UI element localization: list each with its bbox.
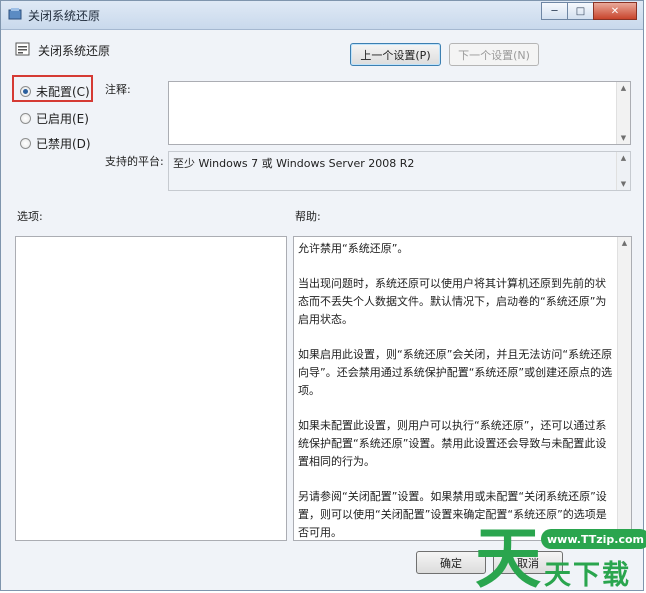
comment-scrollbar[interactable]: ▲ ▼ bbox=[616, 82, 630, 144]
scroll-up-icon[interactable]: ▲ bbox=[617, 84, 630, 92]
close-icon: ✕ bbox=[610, 5, 620, 17]
next-setting-button[interactable]: 下一个设置(N) bbox=[449, 43, 539, 66]
help-paragraph: 当出现问题时，系统还原可以使用户将其计算机还原到先前的状态而不丢失个人数据文件。… bbox=[298, 277, 607, 326]
policy-name: 关闭系统还原 bbox=[38, 44, 111, 58]
policy-app-icon bbox=[8, 8, 22, 20]
scroll-up-icon[interactable]: ▲ bbox=[617, 154, 630, 162]
maximize-icon: □ bbox=[575, 5, 586, 17]
watermark-url: www.TTzip.com bbox=[541, 529, 646, 549]
platform-field: 至少 Windows 7 或 Windows Server 2008 R2 ▲ … bbox=[168, 151, 631, 191]
platform-scrollbar[interactable]: ▲ ▼ bbox=[616, 152, 630, 190]
radio-disabled[interactable]: 已禁用(D) bbox=[20, 135, 91, 152]
help-paragraph: 如果未配置此设置，则用户可以执行“系统还原”，还可以通过系统保护配置“系统还原”… bbox=[298, 419, 607, 468]
watermark-text: 天下载 bbox=[544, 560, 631, 591]
radio-disabled-dot[interactable] bbox=[20, 138, 31, 149]
close-button[interactable]: ✕ bbox=[593, 2, 637, 20]
radio-not-configured-dot[interactable] bbox=[20, 86, 31, 97]
window-title: 关闭系统还原 bbox=[28, 9, 101, 23]
radio-enabled[interactable]: 已启用(E) bbox=[20, 110, 89, 127]
ok-button[interactable]: 确定 bbox=[416, 551, 486, 574]
scroll-up-icon[interactable]: ▲ bbox=[618, 239, 631, 247]
scroll-down-icon[interactable]: ▼ bbox=[617, 180, 630, 188]
policy-setting-icon bbox=[15, 42, 30, 56]
radio-not-configured-label: 未配置(C) bbox=[36, 85, 90, 99]
comment-label: 注释: bbox=[105, 83, 131, 96]
help-paragraph: 允许禁用“系统还原”。 bbox=[298, 242, 409, 255]
platform-label: 支持的平台: bbox=[105, 155, 164, 168]
scroll-down-icon[interactable]: ▼ bbox=[617, 134, 630, 142]
options-panel bbox=[15, 236, 287, 541]
policy-dialog-window: 关闭系统还原 ─ □ ✕ 关闭系统还原 上一个设置(P) 下一个设置(N) 未配… bbox=[0, 0, 646, 591]
radio-not-configured[interactable]: 未配置(C) bbox=[20, 83, 90, 100]
previous-setting-button[interactable]: 上一个设置(P) bbox=[350, 43, 441, 66]
help-panel: 允许禁用“系统还原”。 当出现问题时，系统还原可以使用户将其计算机还原到先前的状… bbox=[293, 236, 632, 541]
help-paragraph: 如果启用此设置，则“系统还原”会关闭，并且无法访问“系统还原向导”。还会禁用通过… bbox=[298, 348, 613, 397]
options-section-label: 选项: bbox=[17, 210, 43, 223]
comment-input[interactable]: ▲ ▼ bbox=[168, 81, 631, 145]
help-text: 允许禁用“系统还原”。 当出现问题时，系统还原可以使用户将其计算机还原到先前的状… bbox=[298, 240, 616, 559]
radio-enabled-dot[interactable] bbox=[20, 113, 31, 124]
radio-enabled-label: 已启用(E) bbox=[36, 112, 89, 126]
radio-disabled-label: 已禁用(D) bbox=[36, 137, 91, 151]
help-section-label: 帮助: bbox=[295, 210, 321, 223]
platform-value: 至少 Windows 7 或 Windows Server 2008 R2 bbox=[173, 157, 415, 170]
help-scrollbar[interactable]: ▲ bbox=[617, 237, 631, 540]
maximize-button[interactable]: □ bbox=[567, 2, 594, 20]
minimize-icon: ─ bbox=[551, 5, 558, 17]
title-bar[interactable]: 关闭系统还原 ─ □ ✕ bbox=[1, 1, 643, 30]
minimize-button[interactable]: ─ bbox=[541, 2, 568, 20]
